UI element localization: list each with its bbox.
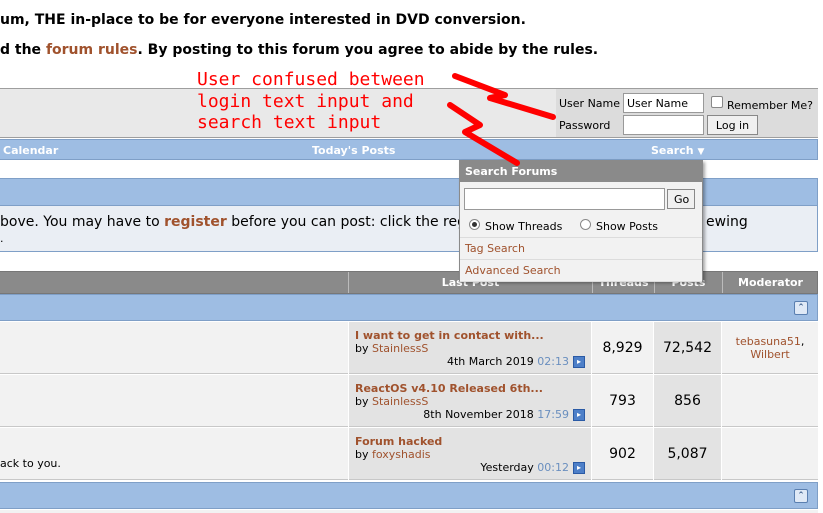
zigzag-arrow-search xyxy=(447,102,520,166)
zigzag-arrow-login xyxy=(452,73,556,120)
annotation-arrows xyxy=(447,73,556,166)
